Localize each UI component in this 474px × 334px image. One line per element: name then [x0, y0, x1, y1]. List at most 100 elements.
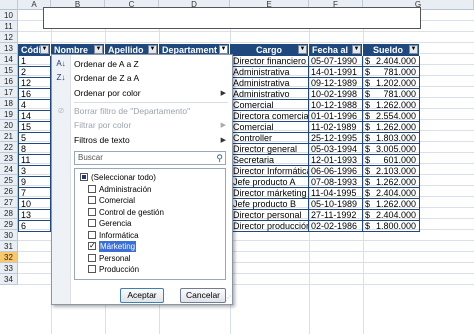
cell-cargo[interactable]: Jefe producto A: [230, 177, 309, 188]
row-header[interactable]: 14: [0, 54, 18, 65]
row-header[interactable]: 21: [0, 131, 18, 142]
cell-cargo[interactable]: Controller: [230, 133, 309, 144]
cell-sueldo[interactable]: $2.404.000: [363, 188, 420, 199]
cell-codigo[interactable]: 11: [18, 155, 51, 166]
cell-codigo[interactable]: 7: [18, 188, 51, 199]
cell-sueldo[interactable]: $1.800.000: [363, 221, 420, 232]
row-header[interactable]: 23: [0, 153, 18, 164]
checkbox[interactable]: [88, 230, 96, 239]
cell-sueldo[interactable]: $601.000: [363, 155, 420, 166]
cell-fecha[interactable]: 12-01-1993: [309, 155, 363, 166]
row-header[interactable]: 27: [0, 197, 18, 208]
cell-cargo[interactable]: Director general: [230, 144, 309, 155]
row-header[interactable]: 32: [0, 252, 18, 263]
row-header[interactable]: 10: [0, 10, 18, 21]
ok-button[interactable]: Aceptar: [120, 288, 164, 303]
cell-codigo[interactable]: 6: [18, 221, 51, 232]
cell-fecha[interactable]: 25-12-1995: [309, 133, 363, 144]
cell-sueldo[interactable]: $1.262.000: [363, 100, 420, 111]
checkbox[interactable]: ✓: [88, 242, 96, 250]
cell-cargo[interactable]: Director Informática: [230, 166, 309, 177]
menu-item-sort-asc[interactable]: Ordenar de A a Z: [74, 58, 139, 71]
row-header[interactable]: 17: [0, 87, 18, 98]
cell-sueldo[interactable]: $1.803.000: [363, 133, 420, 144]
filter-dropdown-button[interactable]: ▼: [94, 45, 103, 54]
row-header[interactable]: 15: [0, 65, 18, 76]
cell-codigo[interactable]: 9: [18, 177, 51, 188]
cell-cargo[interactable]: Jefe producto B: [230, 199, 309, 210]
filter-dropdown-button[interactable]: ▼: [40, 45, 49, 54]
row-header[interactable]: 34: [0, 274, 18, 285]
filter-dropdown-button[interactable]: ▼: [148, 45, 157, 54]
filter-dropdown-button[interactable]: ▼: [298, 45, 307, 54]
cell-codigo[interactable]: 4: [18, 100, 51, 111]
cell-sueldo[interactable]: $781.000: [363, 67, 420, 78]
search-input[interactable]: Buscar ⚲: [74, 151, 226, 165]
cell-cargo[interactable]: Administrativo: [230, 89, 309, 100]
menu-item-sort-color[interactable]: Ordenar por color: [74, 87, 224, 100]
cell-codigo[interactable]: 10: [18, 199, 51, 210]
checkbox[interactable]: [88, 219, 96, 227]
cell-codigo[interactable]: 14: [18, 111, 51, 122]
cell-cargo[interactable]: Secretaria: [230, 155, 309, 166]
text-box[interactable]: [43, 7, 421, 29]
cell-codigo[interactable]: 1: [18, 56, 51, 67]
cell-sueldo[interactable]: $2.404.000: [363, 210, 420, 221]
cell-codigo[interactable]: 12: [18, 78, 51, 89]
cell-codigo[interactable]: 16: [18, 89, 51, 100]
cell-fecha[interactable]: 01-01-1996: [309, 111, 363, 122]
row-header[interactable]: 19: [0, 109, 18, 120]
row-header[interactable]: 26: [0, 186, 18, 197]
checkbox[interactable]: [88, 196, 96, 204]
cell-codigo[interactable]: 13: [18, 210, 51, 221]
cell-cargo[interactable]: Director personal: [230, 210, 309, 221]
cell-fecha[interactable]: 05-03-1994: [309, 144, 363, 155]
resize-grip-icon[interactable]: ⋰: [225, 295, 231, 302]
cell-cargo[interactable]: Administrativa: [230, 67, 309, 78]
cell-codigo[interactable]: 15: [18, 122, 51, 133]
row-header[interactable]: 30: [0, 230, 18, 241]
filter-value-list[interactable]: (Seleccionar todo) Administración Comercia…: [74, 168, 226, 280]
checkbox[interactable]: [88, 253, 96, 262]
cell-cargo[interactable]: Director producción: [230, 221, 309, 232]
row-header[interactable]: 29: [0, 219, 18, 230]
cell-fecha[interactable]: 11-04-1995: [309, 188, 363, 199]
cell-sueldo[interactable]: $2.404.000: [363, 56, 420, 67]
filter-active-icon[interactable]: ▼: [219, 45, 228, 54]
filter-dropdown-button[interactable]: ▼: [352, 45, 361, 54]
cell-sueldo[interactable]: $2.103.000: [363, 166, 420, 177]
row-header[interactable]: 24: [0, 164, 18, 175]
cell-cargo[interactable]: Comercial: [230, 100, 309, 111]
menu-item-sort-desc[interactable]: Ordenar de Z a A: [74, 72, 139, 85]
checkbox[interactable]: [88, 184, 96, 193]
menu-item-filter-color[interactable]: Filtrar por color: [74, 119, 131, 132]
menu-item-clear-filter[interactable]: Borrar filtro de "Departamento": [74, 105, 190, 118]
cell-cargo[interactable]: Comercial: [230, 122, 309, 133]
cell-codigo[interactable]: 3: [18, 166, 51, 177]
row-header[interactable]: 22: [0, 142, 18, 153]
row-header[interactable]: 33: [0, 263, 18, 274]
checkbox[interactable]: [80, 173, 88, 181]
cell-sueldo[interactable]: $1.262.000: [363, 122, 420, 133]
cell-sueldo[interactable]: $1.262.000: [363, 177, 420, 188]
cell-sueldo[interactable]: $1.262.000: [363, 199, 420, 210]
row-header[interactable]: 18: [0, 98, 18, 109]
cell-codigo[interactable]: 8: [18, 144, 51, 155]
cell-fecha[interactable]: 11-02-1989: [309, 122, 363, 133]
cell-cargo[interactable]: Administrativa: [230, 78, 309, 89]
row-header[interactable]: 20: [0, 120, 18, 131]
cell-codigo[interactable]: 2: [18, 67, 51, 78]
checkbox[interactable]: [88, 207, 96, 216]
row-header[interactable]: 25: [0, 175, 18, 186]
cancel-button[interactable]: Cancelar: [180, 288, 226, 303]
row-header[interactable]: 28: [0, 208, 18, 219]
cell-fecha[interactable]: 14-01-1991: [309, 67, 363, 78]
cell-cargo[interactable]: Directora comercial: [230, 111, 309, 122]
cell-fecha[interactable]: 09-12-1989: [309, 78, 363, 89]
cell-codigo[interactable]: 5: [18, 133, 51, 144]
cell-fecha[interactable]: 05-07-1990: [309, 56, 363, 67]
cell-fecha[interactable]: 02-02-1986: [309, 221, 363, 232]
cell-sueldo[interactable]: $2.554.000: [363, 111, 420, 122]
cell-fecha[interactable]: 07-08-1993: [309, 177, 363, 188]
row-header[interactable]: 16: [0, 76, 18, 87]
